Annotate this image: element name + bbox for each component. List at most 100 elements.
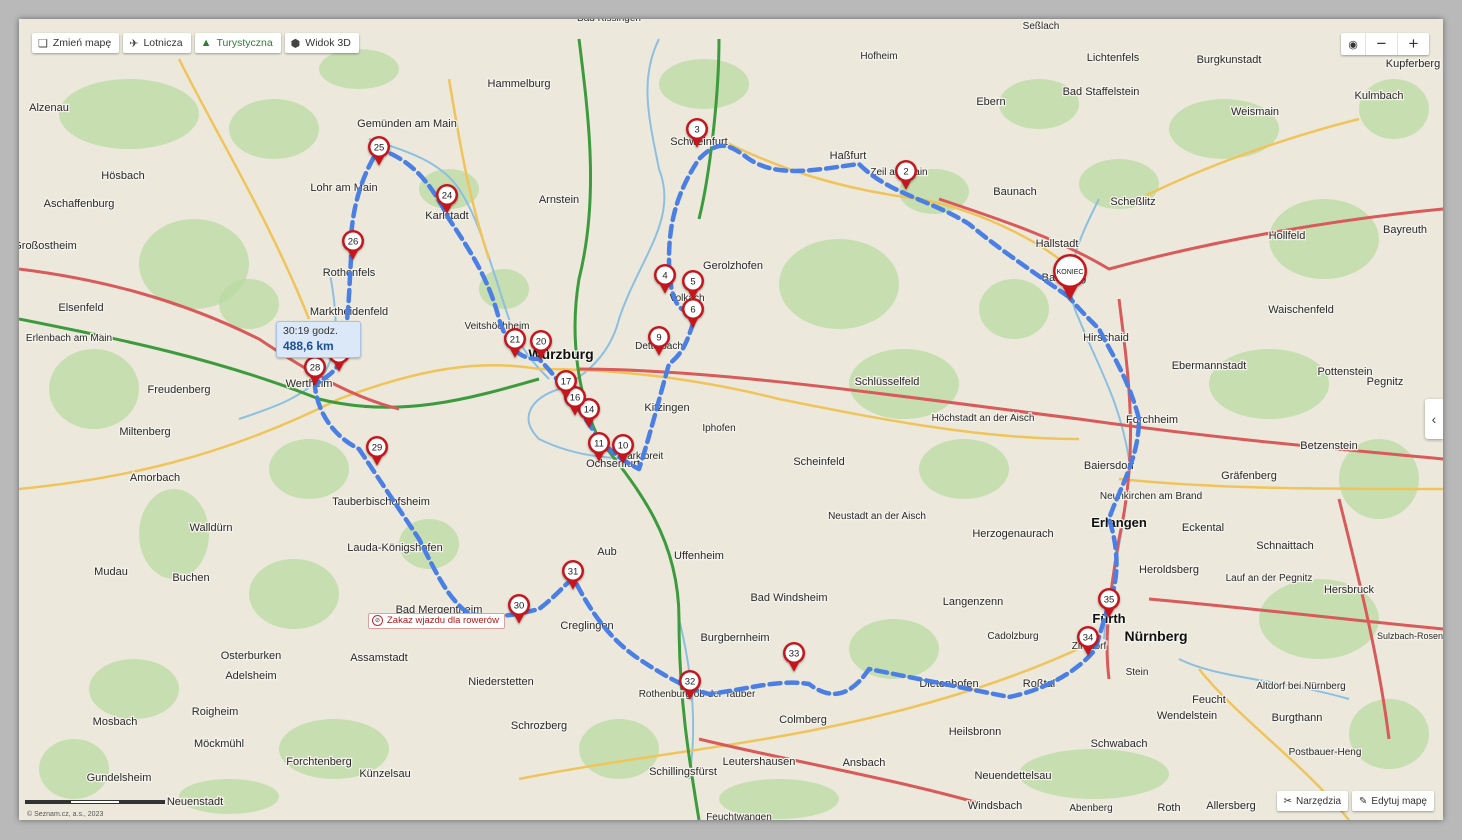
forest-area [219,279,279,329]
city-label: Mosbach [93,716,138,728]
forest-area [849,619,939,679]
city-label: Sulzbach-Rosenberg [1377,631,1443,641]
city-label: Lauda-Königshofen [347,542,442,554]
marker-label: 32 [685,677,696,688]
city-label: Baunach [993,186,1036,198]
marker-label: 31 [568,567,579,578]
city-label: Seßlach [1023,21,1060,32]
city-label: Langenzenn [943,596,1004,608]
city-label: Hollfeld [1269,230,1306,242]
marker-label: 26 [348,237,359,248]
city-label: Colmberg [779,714,827,726]
city-label: Assamstadt [350,652,407,664]
marker-label: 5 [690,277,695,288]
city-label: Nürnberg [1125,628,1188,644]
view-3d-label: Widok 3D [305,37,351,49]
city-label: Ebern [976,96,1005,108]
city-label: Allersberg [1206,800,1256,812]
forest-area [229,99,319,159]
locate-me-button[interactable]: ◉ [1341,33,1365,55]
marker-label: 21 [510,335,521,346]
map-type-toolbar: ❏ Zmień mapę ✈ Lotnicza ▲ Turystyczna ⬢ Wido… [32,33,359,53]
marker-label: 16 [570,393,581,404]
mountain-icon: ▲ [200,37,212,49]
city-label: Lauf an der Pegnitz [1226,573,1313,584]
city-label: Uffenheim [674,550,724,562]
city-label: Abenberg [1069,803,1112,814]
city-label: Gerolzhofen [703,260,763,272]
city-label: Postbauer-Heng [1289,747,1362,758]
scale-segment [70,800,120,804]
bottom-toolbar: ✂ Narzędzia ✎ Edytuj mapę [1276,791,1434,811]
city-label: Neustadt an der Aisch [828,511,926,522]
tourist-map-button[interactable]: ▲ Turystyczna [194,33,281,53]
city-label: Betzenstein [1300,440,1357,452]
change-map-label: Zmień mapę [52,37,112,49]
marker-label: 34 [1083,633,1094,644]
marker-label: 9 [656,333,661,344]
zoom-in-button[interactable]: + [1397,33,1429,55]
city-label: Leutershausen [723,756,796,768]
view-3d-button[interactable]: ⬢ Widok 3D [284,33,359,53]
forest-area [269,439,349,499]
forest-area [979,279,1049,339]
aerial-map-button[interactable]: ✈ Lotnicza [123,33,191,53]
city-label: Forchheim [1126,414,1178,426]
city-label: Neuendettelsau [974,770,1051,782]
basemap[interactable]: WürzburgBambergErlangenFürthNürnbergSchw… [19,19,1443,820]
city-label: Schnaittach [1256,540,1313,552]
tools-button[interactable]: ✂ Narzędzia [1276,791,1349,811]
city-label: Wendelstein [1157,710,1217,722]
marker-label: 6 [690,305,695,316]
city-label: Osterburken [221,650,282,662]
marker-label: 4 [662,271,667,282]
city-label: Bad Windsheim [750,592,827,604]
marker-label: KONIEC [1057,269,1084,276]
no-bicycle-icon: ⊘ [372,615,383,626]
city-label: Scheßlitz [1110,196,1155,208]
city-label: Ansbach [843,757,886,769]
city-label: Aub [597,546,617,558]
forest-area [919,439,1009,499]
zoom-out-button[interactable]: − [1365,33,1397,55]
city-label: Kitzingen [644,402,689,414]
forest-area [1359,79,1429,139]
city-label: Adelsheim [225,670,276,682]
change-map-button[interactable]: ❏ Zmień mapę [32,33,120,53]
city-label: Weismain [1231,106,1279,118]
city-label: Schlüsselfeld [855,376,920,388]
city-label: Kulmbach [1355,90,1404,102]
airplane-icon: ✈ [129,37,139,50]
scale-segment [25,800,70,804]
forest-area [139,489,209,579]
city-label: Gemünden am Main [357,118,457,130]
no-bicycles-notice[interactable]: ⊘ Zakaz wjazdu dla rowerów [368,613,505,629]
route-summary-tooltip[interactable]: 30:19 godz. 488,6 km [276,321,361,358]
city-label: Feuchtwangen [706,812,772,820]
city-label: Waischenfeld [1268,304,1334,316]
city-label: Freudenberg [148,384,211,396]
city-label: Walldürn [190,522,233,534]
city-label: Altdorf bei Nürnberg [1256,681,1346,692]
city-label: Forchtenberg [286,756,351,768]
edit-map-button[interactable]: ✎ Edytuj mapę [1352,791,1434,811]
edit-map-label: Edytuj mapę [1371,795,1427,807]
aerial-label: Lotnicza [143,37,183,49]
panel-toggle-button[interactable]: ‹ [1425,399,1443,439]
city-label: Hammelburg [488,78,551,90]
forest-area [779,239,899,329]
no-bicycles-label: Zakaz wjazdu dla rowerów [387,615,499,626]
city-label: Amorbach [130,472,180,484]
city-label: Hallstadt [1036,238,1079,250]
tools-label: Narzędzia [1295,795,1342,807]
city-label: Baiersdorf [1084,460,1135,472]
city-label: Burgthann [1272,712,1323,724]
city-label: Großostheim [19,240,77,252]
city-label: Pottenstein [1317,366,1372,378]
city-label: Schillingsfürst [649,766,717,778]
marker-label: 20 [536,337,547,348]
marker-label: 10 [618,441,629,452]
city-label: Cadolzburg [987,631,1038,642]
map-frame[interactable]: WürzburgBambergErlangenFürthNürnbergSchw… [19,19,1443,820]
city-label: Schwabach [1091,738,1148,750]
